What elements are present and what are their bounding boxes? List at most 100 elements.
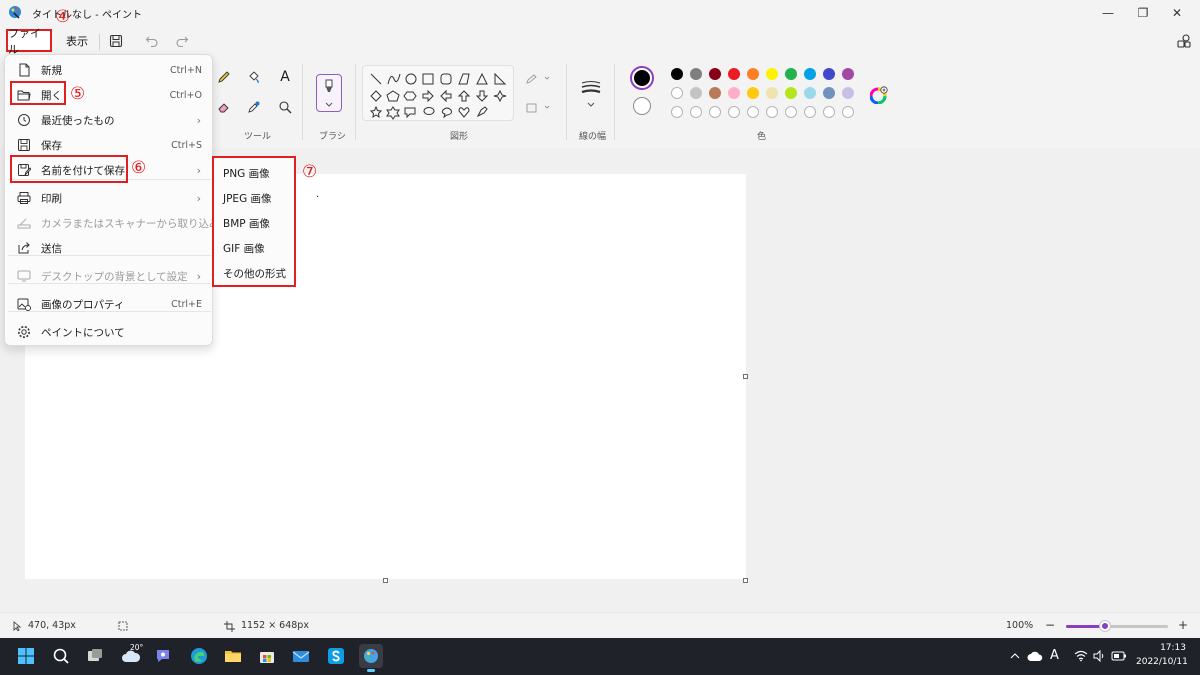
- fill-tool[interactable]: [244, 67, 264, 87]
- fill-button[interactable]: [524, 98, 552, 118]
- file-menu-item: カメラまたはスキャナーから取り込み: [8, 211, 220, 235]
- file-menu-item[interactable]: 送信: [8, 236, 211, 260]
- file-menu-item[interactable]: 印刷 ›: [8, 186, 211, 210]
- taskbar-mail[interactable]: [290, 645, 312, 667]
- save-quick-button[interactable]: [106, 31, 126, 51]
- redo-button[interactable]: [172, 31, 192, 51]
- zoom-slider[interactable]: [1066, 621, 1168, 631]
- color-swatch[interactable]: [823, 68, 835, 80]
- custom-color-slot[interactable]: [823, 106, 835, 118]
- taskbar-time[interactable]: 17:13: [1158, 643, 1186, 653]
- chat-icon: [157, 650, 169, 662]
- onedrive-icon[interactable]: [1027, 650, 1043, 662]
- custom-color-slot[interactable]: [728, 106, 740, 118]
- resize-handle-corner[interactable]: [743, 578, 748, 583]
- color-swatch[interactable]: [709, 87, 721, 99]
- color-swatch[interactable]: [747, 68, 759, 80]
- battery-icon[interactable]: [1111, 651, 1127, 661]
- color-swatch[interactable]: [785, 87, 797, 99]
- wifi-icon[interactable]: [1074, 650, 1088, 662]
- custom-color-slot[interactable]: [690, 106, 702, 118]
- secondary-color-button[interactable]: [633, 97, 651, 115]
- color-swatch[interactable]: [842, 87, 854, 99]
- ime-indicator[interactable]: A: [1050, 648, 1059, 663]
- zoom-in-button[interactable]: +: [1178, 618, 1188, 632]
- color-swatch[interactable]: [842, 68, 854, 80]
- shapes-icons[interactable]: [363, 66, 515, 122]
- taskbar-search[interactable]: [50, 645, 72, 667]
- custom-color-slot[interactable]: [747, 106, 759, 118]
- eraser-tool[interactable]: [214, 97, 234, 117]
- color-swatch[interactable]: [728, 68, 740, 80]
- color-swatch[interactable]: [709, 68, 721, 80]
- custom-color-slot[interactable]: [671, 106, 683, 118]
- save-as-other[interactable]: その他の形式: [223, 266, 286, 281]
- view-menu-button[interactable]: 表示: [60, 30, 94, 52]
- restore-icon: ❐: [1137, 6, 1149, 20]
- primary-color-button[interactable]: [630, 66, 654, 90]
- file-menu-item[interactable]: 新規 Ctrl+N: [8, 58, 211, 82]
- color-swatch[interactable]: [728, 87, 740, 99]
- color-swatch[interactable]: [747, 87, 759, 99]
- zoom-level[interactable]: 100%: [1006, 620, 1033, 631]
- color-swatch[interactable]: [804, 68, 816, 80]
- custom-color-slot[interactable]: [766, 106, 778, 118]
- taskbar-task-view[interactable]: [84, 645, 106, 667]
- speaker-icon[interactable]: [1093, 650, 1107, 662]
- taskbar-skype[interactable]: [325, 645, 347, 667]
- taskbar-chat[interactable]: [152, 645, 174, 667]
- color-swatch[interactable]: [671, 87, 683, 99]
- magnifier-tool[interactable]: [275, 97, 295, 117]
- color-swatch[interactable]: [766, 87, 778, 99]
- pencil-tool[interactable]: [214, 67, 234, 87]
- taskbar-edge[interactable]: [188, 645, 210, 667]
- brush-button[interactable]: [316, 74, 342, 112]
- fill-bucket-icon: [249, 71, 259, 84]
- text-tool[interactable]: A: [275, 67, 295, 87]
- cursor-position: 470, 43px: [28, 620, 76, 631]
- canvas-size-icon: [224, 621, 235, 632]
- save-as-jpeg[interactable]: JPEG 画像: [223, 191, 272, 206]
- taskbar-date[interactable]: 2022/10/11: [1136, 657, 1188, 667]
- redo-icon: [176, 36, 189, 48]
- start-button[interactable]: [15, 645, 37, 667]
- color-swatch[interactable]: [671, 68, 683, 80]
- chevron-up-icon[interactable]: [1010, 652, 1020, 660]
- color-swatch[interactable]: [690, 68, 702, 80]
- save-as-bmp[interactable]: BMP 画像: [223, 216, 270, 231]
- resize-handle-bottom[interactable]: [383, 578, 388, 583]
- layers-button[interactable]: [1174, 31, 1194, 51]
- taskbar-weather[interactable]: 20°: [118, 643, 144, 667]
- file-menu-item[interactable]: 保存 Ctrl+S: [8, 133, 211, 157]
- file-menu-item[interactable]: 画像のプロパティ Ctrl+E: [8, 292, 211, 316]
- rounded-rectangle-shape-icon: [440, 73, 452, 85]
- taskbar-paint[interactable]: [359, 644, 383, 672]
- resize-handle-right[interactable]: [743, 374, 748, 379]
- undo-button[interactable]: [142, 31, 162, 51]
- edit-colors-button[interactable]: [869, 86, 888, 105]
- file-menu-button[interactable]: ファイル: [6, 27, 52, 56]
- color-swatch[interactable]: [804, 87, 816, 99]
- color-swatch[interactable]: [766, 68, 778, 80]
- color-picker-tool[interactable]: [244, 97, 264, 117]
- custom-color-slot[interactable]: [804, 106, 816, 118]
- custom-color-slot[interactable]: [785, 106, 797, 118]
- color-swatch[interactable]: [823, 87, 835, 99]
- file-menu-item[interactable]: ペイントについて: [8, 320, 211, 344]
- taskbar-explorer[interactable]: [222, 645, 244, 667]
- color-swatch[interactable]: [785, 68, 797, 80]
- outline-button[interactable]: [524, 69, 552, 89]
- file-menu-item[interactable]: 最近使ったもの ›: [8, 108, 211, 132]
- line-width-button[interactable]: [579, 76, 603, 112]
- save-as-png[interactable]: PNG 画像: [223, 166, 270, 181]
- color-swatch[interactable]: [690, 87, 702, 99]
- custom-color-slot[interactable]: [709, 106, 721, 118]
- taskbar-store[interactable]: [256, 645, 278, 667]
- save-as-gif[interactable]: GIF 画像: [223, 241, 265, 256]
- zoom-out-button[interactable]: −: [1045, 618, 1055, 632]
- file-menu-shortcut: Ctrl+N: [170, 64, 202, 76]
- custom-color-slot[interactable]: [842, 106, 854, 118]
- zoom-slider-thumb[interactable]: [1099, 621, 1110, 631]
- close-button[interactable]: ✕: [1154, 0, 1200, 26]
- hexagon-shape-icon: [403, 91, 417, 101]
